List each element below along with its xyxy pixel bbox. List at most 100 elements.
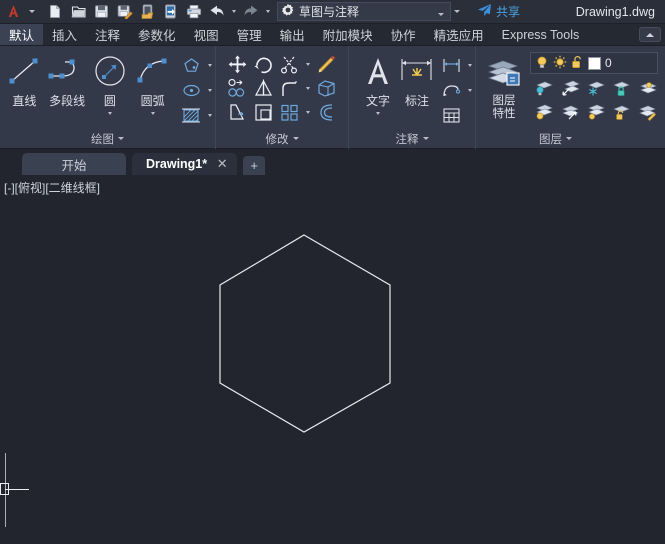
tab-express-tools[interactable]: Express Tools [493, 24, 589, 45]
annotate-text-button[interactable]: 文字 [359, 51, 397, 117]
fillet-icon[interactable] [276, 76, 302, 100]
panel-draw-title[interactable]: 绘图 [0, 128, 215, 149]
undo-arrow-icon[interactable] [205, 1, 228, 23]
save-to-cloud-icon[interactable] [159, 1, 182, 23]
draw-arc-dropdown-icon[interactable] [150, 109, 155, 117]
tab-annotate[interactable]: 注释 [86, 24, 129, 45]
tab-addins[interactable]: 附加模块 [314, 24, 382, 45]
chevron-down-icon[interactable] [566, 137, 572, 140]
layer-color-swatch[interactable] [588, 56, 601, 70]
redo-arrow-icon[interactable] [239, 1, 262, 23]
undo-dropdown-caret[interactable] [228, 1, 239, 23]
erase-pencil-icon[interactable] [313, 52, 339, 76]
chevron-down-icon[interactable] [434, 5, 448, 19]
explode-box-icon[interactable] [313, 76, 339, 100]
annotate-dimension-button[interactable]: 标注 [397, 51, 437, 109]
file-tab-bar: 开始 Drawing1 * ✕ + [0, 149, 665, 175]
leader-dropdown-icon[interactable] [464, 78, 475, 102]
layer-properties-button[interactable]: 图层 特性 [480, 54, 528, 121]
draw-circle-dropdown-icon[interactable] [107, 109, 112, 117]
panel-layers-title[interactable]: 图层 [476, 128, 665, 149]
chevron-down-icon[interactable] [422, 137, 429, 140]
draw-line-button[interactable]: 直线 [3, 51, 46, 109]
panel-layers: 图层 特性 0 图层 [475, 46, 665, 149]
viewport-label[interactable]: [-][俯视][二维线框] [4, 179, 100, 196]
hexagon-shape[interactable] [219, 234, 391, 433]
copy-icon[interactable] [224, 76, 250, 100]
chevron-down-icon[interactable] [292, 137, 299, 140]
draw-circle-button[interactable]: 圆 [89, 51, 132, 117]
tab-drawing1[interactable]: Drawing1 * ✕ [132, 153, 238, 175]
tab-insert[interactable]: 插入 [43, 24, 86, 45]
dimension-linear-icon[interactable] [438, 53, 464, 77]
close-x-icon[interactable]: ✕ [213, 153, 231, 175]
layer-isolate-icon[interactable] [557, 77, 583, 99]
autocad-a-logo-icon[interactable] [0, 0, 26, 24]
draw-polyline-button[interactable]: 多段线 [46, 51, 89, 109]
tab-collaborate[interactable]: 协作 [382, 24, 425, 45]
printer-icon[interactable] [182, 1, 205, 23]
annotate-text-dropdown-icon[interactable] [376, 109, 380, 117]
qat-customize-caret[interactable] [26, 1, 37, 23]
offset-icon[interactable] [313, 100, 339, 124]
tab-parametric[interactable]: 参数化 [129, 24, 185, 45]
layer-bulb-icon[interactable] [531, 77, 557, 99]
scale-icon[interactable] [250, 100, 276, 124]
redo-dropdown-caret[interactable] [262, 1, 273, 23]
ellipse-icon[interactable] [178, 78, 204, 102]
layer-control-dropdown[interactable]: 0 [530, 52, 658, 74]
panel-modify-title[interactable]: 修改 [216, 128, 348, 149]
layer-lock-icon[interactable] [609, 77, 635, 99]
open-from-cloud-icon[interactable] [136, 1, 159, 23]
layer-freeze-icon[interactable] [583, 77, 609, 99]
layer-current-icon[interactable] [635, 77, 661, 99]
stretch-icon[interactable] [224, 100, 250, 124]
tab-manage[interactable]: 管理 [228, 24, 271, 45]
draw-arc-button[interactable]: 圆弧 [131, 51, 174, 117]
layer-unlock-icon[interactable] [609, 101, 635, 123]
move-icon[interactable] [224, 52, 250, 76]
share-button[interactable]: 共享 [473, 1, 524, 23]
ellipse-dropdown-icon[interactable] [204, 78, 215, 102]
trim-scissors-icon[interactable] [276, 52, 302, 76]
polygon-dropdown-icon[interactable] [204, 53, 215, 77]
floppy-save-icon[interactable] [90, 1, 113, 23]
tab-view[interactable]: 视图 [185, 24, 228, 45]
share-label: 共享 [496, 5, 521, 19]
layer-unisolate-icon[interactable] [557, 101, 583, 123]
hatch-icon[interactable] [178, 103, 204, 127]
layer-thaw-icon[interactable] [583, 101, 609, 123]
array-dropdown-icon[interactable] [302, 100, 313, 124]
tab-output[interactable]: 输出 [271, 24, 314, 45]
fillet-dropdown-icon[interactable] [302, 76, 313, 100]
rotate-icon[interactable] [250, 52, 276, 76]
new-document-icon[interactable] [44, 1, 67, 23]
tab-default[interactable]: 默认 [0, 24, 44, 45]
drawing-canvas[interactable]: [-][俯视][二维线框] [0, 175, 665, 544]
chevron-down-icon[interactable] [118, 137, 124, 140]
floppy-save-as-icon[interactable] [113, 1, 136, 23]
array-grid-icon[interactable] [276, 100, 302, 124]
panel-annotate-title[interactable]: 注释 [349, 128, 475, 149]
tab-featured-apps[interactable]: 精选应用 [425, 24, 493, 45]
polyline-icon [46, 51, 88, 91]
workspace-extra-caret[interactable] [451, 10, 465, 13]
open-folder-icon[interactable] [67, 1, 90, 23]
layer-match-icon[interactable] [635, 101, 661, 123]
hatch-dropdown-icon[interactable] [204, 103, 215, 127]
trim-dropdown-icon[interactable] [302, 52, 313, 76]
unlock-icon[interactable] [571, 55, 584, 72]
sun-icon[interactable] [553, 55, 567, 72]
lightbulb-on-icon[interactable] [535, 55, 549, 72]
layer-on-all-icon[interactable] [531, 101, 557, 123]
polygon-icon[interactable] [178, 53, 204, 77]
tab-start[interactable]: 开始 [22, 153, 126, 175]
dimension-dropdown-icon[interactable] [464, 53, 475, 77]
mirror-icon[interactable] [250, 76, 276, 100]
workspace-switcher[interactable]: 草图与注释 [277, 2, 451, 21]
title-bar: 草图与注释 共享 Drawing1.dwg [0, 0, 665, 24]
collapse-ribbon-icon[interactable] [639, 27, 661, 42]
table-icon[interactable] [438, 103, 464, 127]
plus-icon[interactable]: + [243, 156, 266, 175]
leader-icon[interactable] [438, 78, 464, 102]
